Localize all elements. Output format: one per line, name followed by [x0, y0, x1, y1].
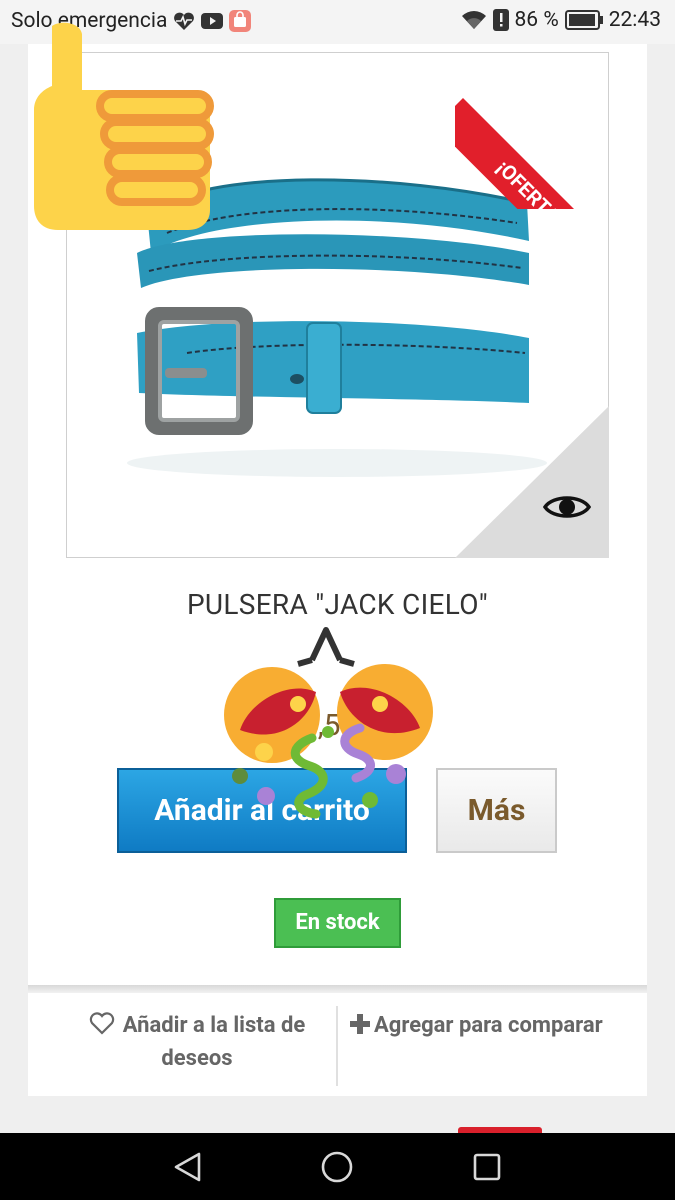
product-title[interactable]: PULSERA "JACK CIELO"	[0, 588, 675, 621]
status-bar: Solo emergencia 86 % 22:43	[0, 0, 675, 44]
plus-icon	[350, 1014, 370, 1034]
home-button[interactable]	[297, 1133, 377, 1200]
back-button[interactable]	[148, 1133, 228, 1200]
stock-badge: En stock	[274, 898, 401, 948]
carrier-label: Solo emergencia	[11, 9, 168, 33]
wifi-icon	[461, 11, 486, 29]
product-actions: Añadir a la lista de deseos Agregar para…	[28, 993, 647, 1096]
alert-icon	[492, 9, 509, 31]
offer-ribbon: ¡OFERTA!	[455, 44, 620, 209]
battery-percent: 86 %	[514, 8, 559, 32]
wishlist-link[interactable]: Añadir a la lista de deseos	[58, 1009, 336, 1075]
clock: 22:43	[608, 8, 661, 32]
recents-button[interactable]	[447, 1133, 527, 1200]
eye-icon	[543, 496, 591, 518]
wishlist-label: Añadir a la lista de deseos	[122, 1013, 306, 1071]
heart-icon	[89, 1012, 114, 1035]
quick-view-button[interactable]	[455, 406, 609, 558]
section-separator	[28, 985, 647, 993]
compare-link[interactable]: Agregar para comparar	[350, 1009, 640, 1042]
battery-icon	[564, 10, 603, 30]
shopping-bag-icon	[229, 10, 252, 32]
home-icon	[321, 1151, 353, 1182]
offer-ribbon-label: ¡OFERTA!	[455, 98, 620, 209]
back-icon	[174, 1152, 201, 1181]
compare-label: Agregar para comparar	[374, 1013, 603, 1038]
product-price: ,50	[317, 708, 358, 743]
add-to-cart-button[interactable]: Añadir al carrito	[117, 768, 407, 853]
youtube-icon	[201, 13, 224, 29]
actions-divider	[336, 1006, 338, 1086]
heart-pulse-icon	[174, 12, 195, 30]
navigation-bar	[0, 1133, 675, 1200]
more-button[interactable]: Más	[436, 768, 557, 853]
recents-icon	[473, 1153, 501, 1180]
